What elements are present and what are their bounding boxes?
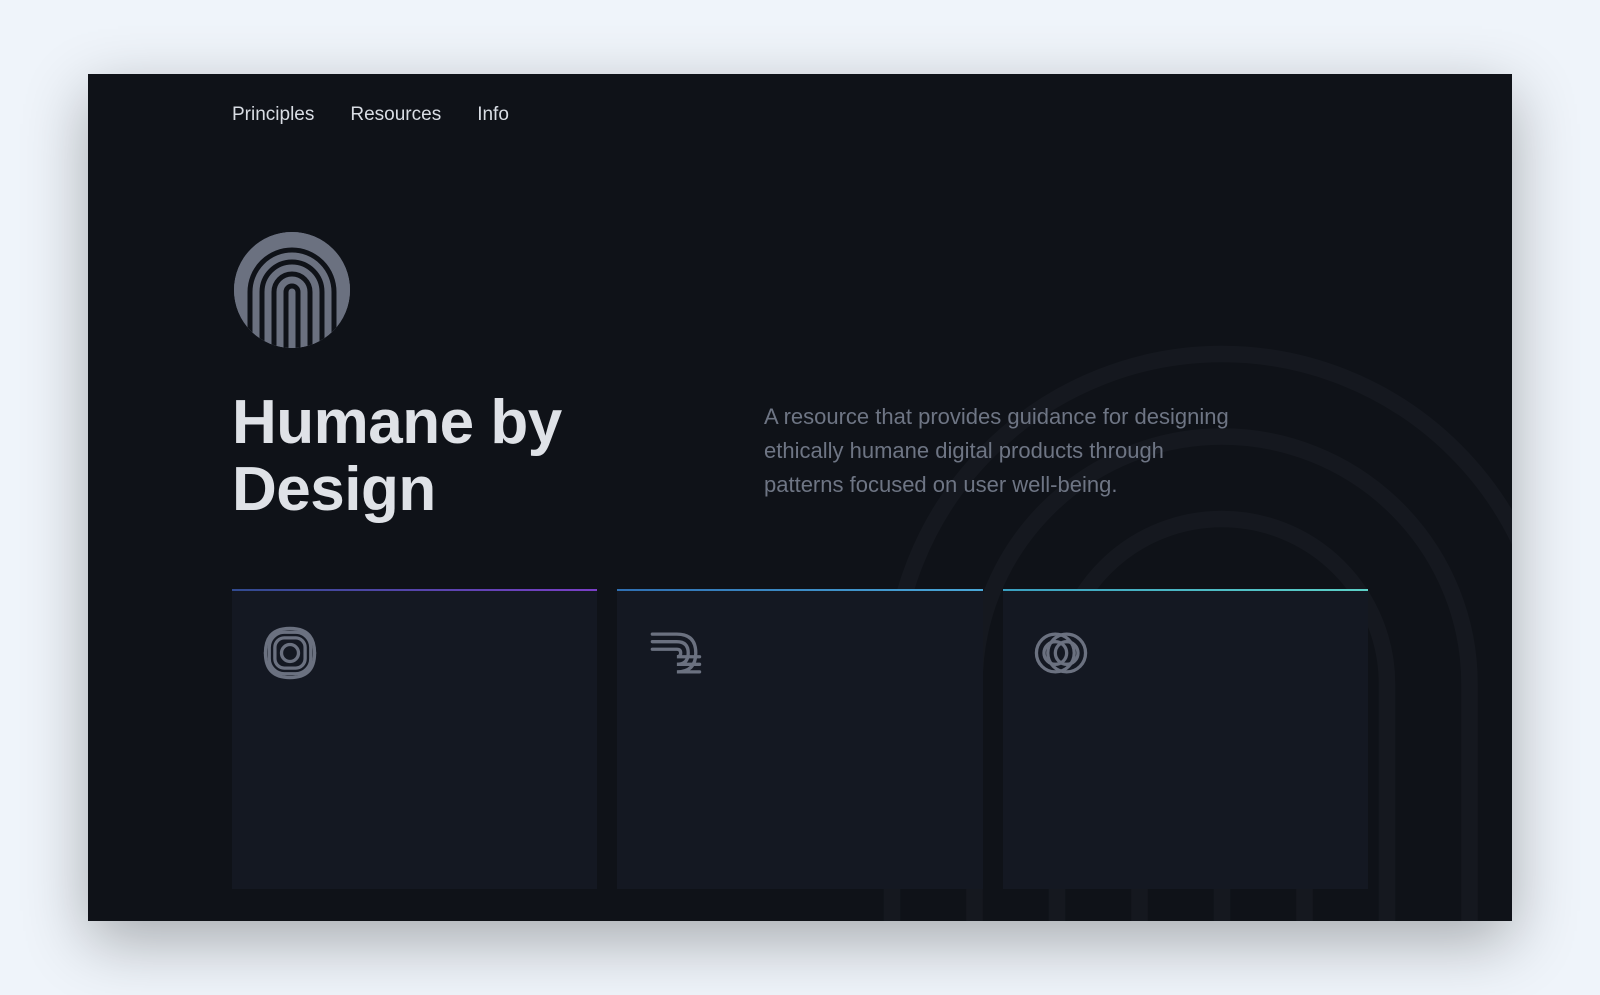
hero-title: Humane by Design — [232, 390, 692, 524]
card-accent-bar — [1003, 589, 1368, 591]
nav-link-resources[interactable]: Resources — [350, 104, 441, 126]
wave-icon — [641, 619, 709, 687]
logo-arch-icon — [232, 230, 352, 350]
nav-link-info[interactable]: Info — [477, 104, 509, 126]
knot-icon — [256, 619, 324, 687]
nav-link-principles[interactable]: Principles — [232, 104, 314, 126]
hero-row: Humane by Design A resource that provide… — [232, 390, 1452, 524]
main-nav: Principles Resources Info — [232, 104, 509, 126]
interlock-icon — [1027, 619, 1095, 687]
principle-card[interactable] — [232, 589, 597, 889]
card-accent-bar — [232, 589, 597, 591]
hero-section: Humane by Design A resource that provide… — [232, 230, 1452, 524]
page-frame: Principles Resources Info Humane by Desi… — [88, 74, 1512, 921]
principle-card[interactable] — [1003, 589, 1368, 889]
principle-card[interactable] — [617, 589, 982, 889]
hero-description: A resource that provides guidance for de… — [764, 400, 1244, 502]
principle-cards — [232, 589, 1368, 889]
card-accent-bar — [617, 589, 982, 591]
